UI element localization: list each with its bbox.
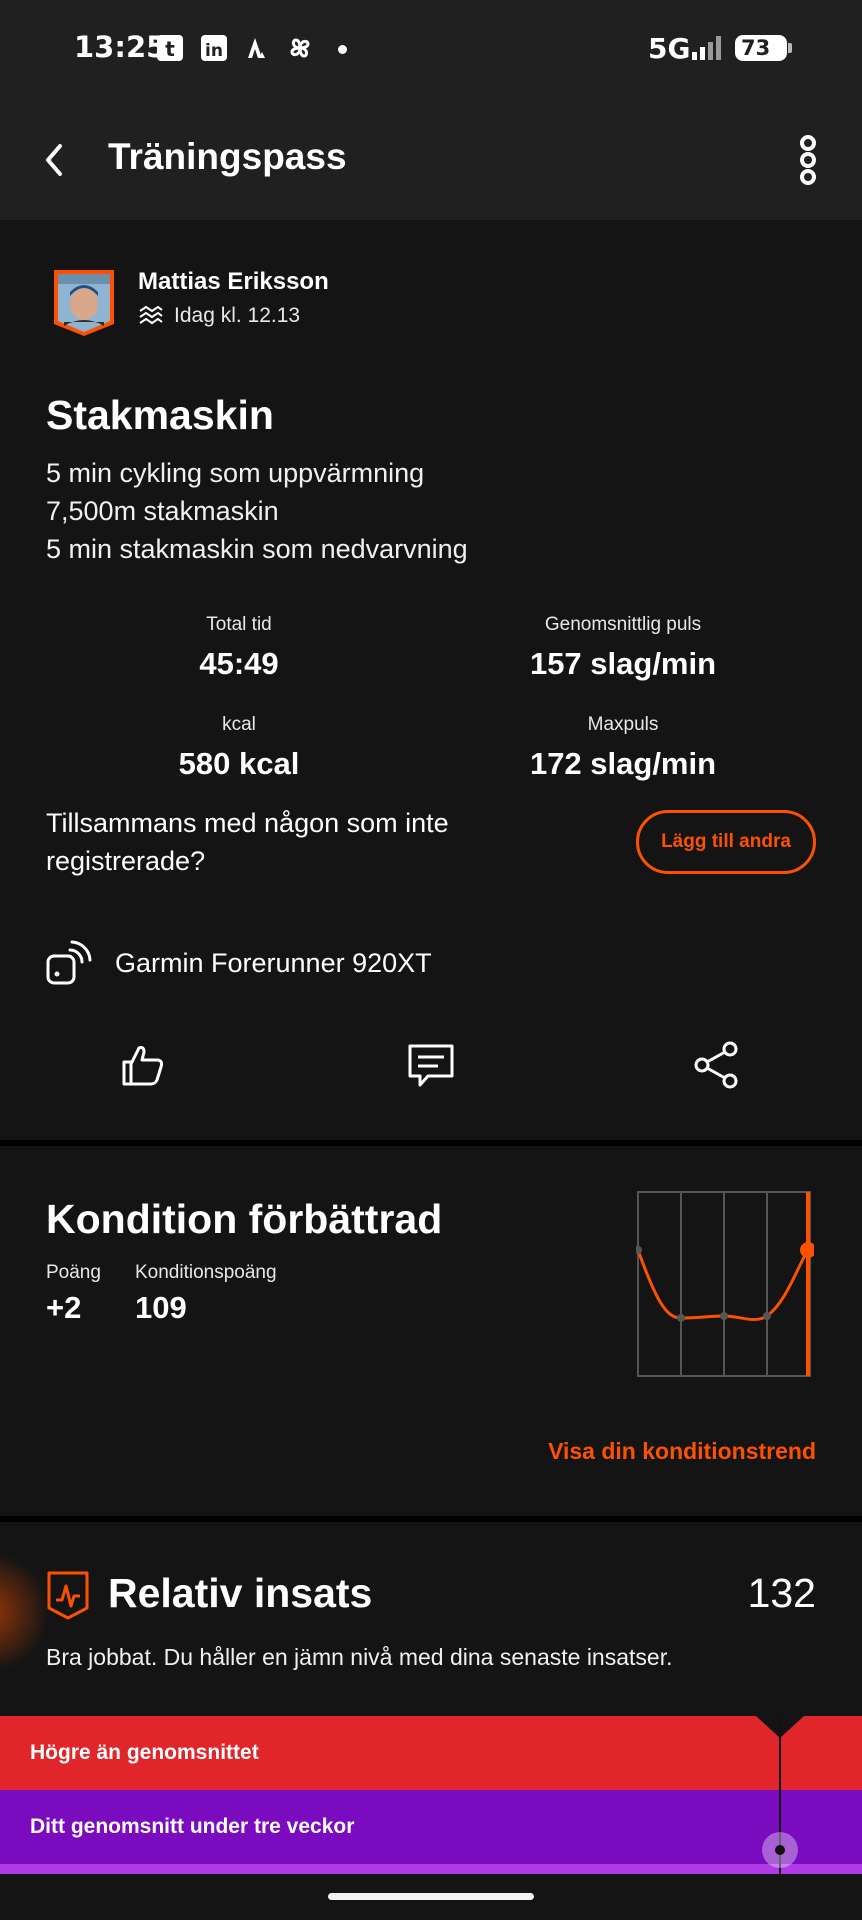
effort-title: Relativ insats xyxy=(108,1570,373,1616)
device-name: Garmin Forerunner 920XT xyxy=(115,948,432,978)
effort-score: 132 xyxy=(747,1570,816,1616)
share-icon[interactable] xyxy=(692,1040,742,1090)
relative-effort-icon xyxy=(47,1571,89,1620)
fitness-trend-link[interactable]: Visa din konditionstrend xyxy=(548,1438,816,1465)
activity-timestamp: Idag kl. 12.13 xyxy=(174,304,301,327)
network-type: 5G xyxy=(648,32,691,65)
kudos-thumbs-up-icon[interactable] xyxy=(118,1040,168,1090)
svg-text:t: t xyxy=(165,37,175,61)
description-line: 5 min stakmaskin som nedvarvning xyxy=(46,534,468,564)
effort-glow xyxy=(0,1552,50,1672)
notification-dot-icon xyxy=(338,45,347,54)
page-title: Träningspass xyxy=(108,136,347,177)
activity-card: Mattias Eriksson Idag kl. 12.13 Stakmask… xyxy=(0,220,862,1140)
linkedin-icon: in xyxy=(200,34,228,62)
together-prompt: Tillsammans med någon som inte registrer… xyxy=(46,808,449,876)
app-header: Träningspass xyxy=(0,100,862,220)
stat-label: Total tid xyxy=(206,614,272,635)
stat-value: 45:49 xyxy=(199,646,279,681)
description-line: 7,500m stakmaskin xyxy=(46,496,279,526)
stat-total-time: Total tid 45:49 xyxy=(49,614,429,682)
activity-description: 5 min cykling som uppvärmning 7,500m sta… xyxy=(46,454,468,568)
strava-icon xyxy=(242,34,270,62)
status-time: 13:25 xyxy=(74,30,167,64)
add-others-button[interactable]: Lägg till andra xyxy=(636,810,816,874)
band-three-week-average: Ditt genomsnitt under tre veckor xyxy=(0,1790,862,1864)
stat-value: 157 slag/min xyxy=(529,646,717,681)
description-line: 5 min cykling som uppvärmning xyxy=(46,458,425,488)
activity-meta: Idag kl. 12.13 xyxy=(138,304,300,328)
comment-icon[interactable] xyxy=(406,1040,456,1090)
band-below-average xyxy=(0,1864,862,1874)
stat-max-heartrate: Maxpuls 172 slag/min xyxy=(433,714,813,782)
home-indicator[interactable] xyxy=(328,1893,534,1900)
stat-label: Maxpuls xyxy=(587,714,659,735)
pinwheel-icon xyxy=(286,34,314,62)
band-above-average: Högre än genomsnittet xyxy=(0,1716,862,1790)
stat-label: Genomsnittlig puls xyxy=(544,614,702,635)
stat-kcal: kcal 580 kcal xyxy=(49,714,429,782)
stat-value: 172 slag/min xyxy=(529,746,717,781)
back-arrow-icon[interactable] xyxy=(30,130,78,190)
relative-effort-card[interactable]: Relativ insats 132 Bra jobbat. Du håller… xyxy=(0,1522,862,1920)
stat-label: kcal xyxy=(222,714,256,735)
band-label: Ditt genomsnitt under tre veckor xyxy=(30,1815,355,1838)
fitness-trend-chart xyxy=(636,1191,814,1377)
stat-value: 580 kcal xyxy=(178,746,300,781)
status-bar: 13:25 t in 5G 73 xyxy=(0,0,862,100)
activity-title: Stakmaskin xyxy=(46,392,274,438)
fitness-title: Kondition förbättrad xyxy=(46,1196,443,1242)
fitness-card[interactable]: Kondition förbättrad Poäng +2 Konditions… xyxy=(0,1146,862,1516)
effort-description: Bra jobbat. Du håller en jämn nivå med d… xyxy=(46,1644,673,1670)
effort-marker-handle xyxy=(762,1832,798,1868)
svg-text:in: in xyxy=(205,41,223,61)
stat-avg-heartrate: Genomsnittlig puls 157 slag/min xyxy=(433,614,813,682)
points-value: +2 xyxy=(46,1290,82,1325)
more-options-icon[interactable] xyxy=(790,130,826,190)
avatar[interactable] xyxy=(50,266,118,338)
fitness-score-label: Konditionspoäng xyxy=(135,1262,277,1283)
athlete-name[interactable]: Mattias Eriksson xyxy=(138,268,329,296)
battery-level: 73 xyxy=(741,36,771,60)
points-label: Poäng xyxy=(46,1262,101,1283)
signal-icon xyxy=(692,36,721,60)
device-sync-icon xyxy=(46,940,92,985)
band-label: Högre än genomsnittet xyxy=(30,1741,259,1764)
rollerski-activity-icon xyxy=(139,305,163,325)
battery-indicator: 73 xyxy=(735,35,792,61)
tumblr-icon: t xyxy=(156,34,184,62)
fitness-score-value: 109 xyxy=(135,1290,187,1325)
